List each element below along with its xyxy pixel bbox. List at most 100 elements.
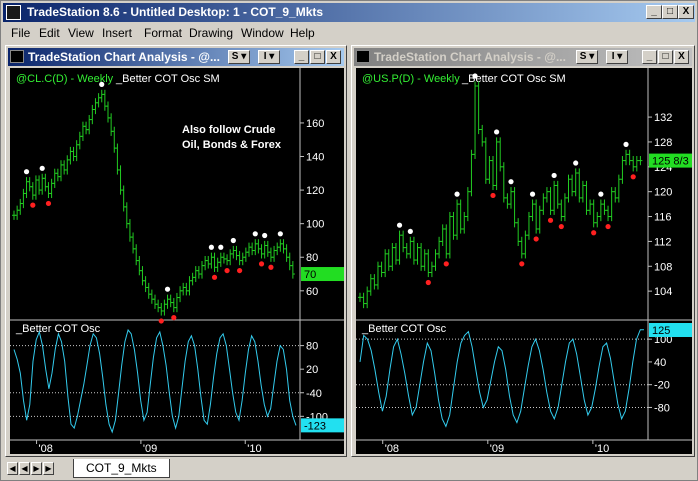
- price-tick-label: 120: [654, 187, 672, 199]
- chart-window-title: TradeStation Chart Analysis - @...: [28, 50, 220, 64]
- interval-link-button[interactable]: I ▾: [258, 50, 280, 64]
- symbol-label: @CL.C(D) - Weekly: [16, 73, 114, 85]
- osc-tick-label: -20: [654, 380, 670, 392]
- tab-prev-arrow-icon[interactable]: ◀: [19, 462, 30, 475]
- swing-low-marker: [224, 267, 230, 274]
- last-osc-value: -123: [304, 420, 326, 432]
- swing-high-marker: [23, 169, 30, 175]
- price-tick-label: 128: [654, 137, 672, 149]
- symbol-link-button[interactable]: S ▾: [228, 50, 250, 64]
- osc-tick-label: 20: [306, 364, 318, 376]
- date-tick-label: '08: [39, 443, 53, 454]
- swing-high-marker: [252, 231, 258, 237]
- menu-format[interactable]: Format: [144, 26, 182, 40]
- swing-high-marker: [99, 81, 105, 87]
- swing-low-marker: [591, 230, 597, 236]
- chart-window-crude[interactable]: TradeStation Chart Analysis - @... S ▾ I…: [5, 45, 347, 457]
- price-tick-label: 120: [306, 185, 324, 197]
- swing-high-marker: [623, 141, 629, 147]
- swing-high-marker: [573, 160, 579, 166]
- menu-file[interactable]: File: [11, 26, 30, 40]
- menu-bar: File Edit View Insert Format Drawing Win…: [3, 23, 695, 43]
- minimize-button[interactable]: _: [646, 5, 662, 19]
- swing-high-marker: [508, 179, 514, 185]
- chart-canvas-crude[interactable]: @CL.C(D) - Weekly _Better COT Osc SM _Bett…: [10, 68, 344, 454]
- chart-minimize-button[interactable]: _: [642, 50, 657, 64]
- swing-low-marker: [533, 236, 539, 242]
- swing-high-marker: [39, 165, 45, 171]
- swing-high-marker: [494, 129, 500, 135]
- price-tick-label: 112: [654, 236, 672, 248]
- chart-window-title-bar[interactable]: TradeStation Chart Analysis - @... S ▾ I…: [354, 48, 692, 66]
- maximize-button[interactable]: □: [662, 5, 678, 19]
- symbol-link-button[interactable]: S ▾: [576, 50, 598, 64]
- last-price-value: 70: [304, 269, 316, 281]
- swing-low-marker: [490, 192, 496, 199]
- tab-next-arrow-icon[interactable]: ▶: [31, 462, 42, 475]
- swing-high-marker: [407, 228, 413, 235]
- tab-cot-9-mkts[interactable]: COT_9_Mkts: [73, 459, 170, 478]
- swing-high-marker: [551, 172, 557, 179]
- chart-background: [356, 68, 692, 454]
- tradestation-app-window: TradeStation 8.6 - Untitled Desktop: 1 -…: [0, 0, 698, 481]
- swing-low-marker: [425, 279, 431, 286]
- swing-high-marker: [218, 244, 224, 250]
- swing-low-marker: [237, 267, 243, 274]
- menu-insert[interactable]: Insert: [102, 26, 132, 40]
- swing-low-marker: [171, 315, 177, 321]
- swing-high-marker: [277, 231, 283, 237]
- price-tick-label: 140: [306, 152, 324, 164]
- close-button[interactable]: X: [678, 5, 694, 19]
- app-title-bar[interactable]: TradeStation 8.6 - Untitled Desktop: 1 -…: [3, 3, 695, 22]
- annotation-text: Oil, Bonds & Forex: [182, 139, 282, 151]
- last-price-value: 125 8/3: [652, 156, 689, 168]
- menu-help[interactable]: Help: [290, 26, 315, 40]
- swing-high-marker: [598, 191, 604, 197]
- oscillator-label: _Better COT Osc: [15, 323, 101, 335]
- tab-first-arrow-icon[interactable]: ◀: [7, 462, 18, 475]
- chart-close-button[interactable]: X: [326, 50, 341, 64]
- annotation-text: Also follow Crude: [182, 124, 276, 136]
- menu-window[interactable]: Window: [241, 26, 284, 40]
- chart-canvas-bonds[interactable]: @US.P(D) - Weekly _Better COT Osc SM_Bett…: [356, 68, 692, 454]
- date-tick-label: '10: [595, 443, 609, 454]
- chart-window-title: TradeStation Chart Analysis - @...: [374, 50, 566, 64]
- price-tick-label: 80: [306, 252, 318, 264]
- date-tick-label: '10: [247, 443, 261, 454]
- swing-low-marker: [211, 274, 218, 280]
- symbol-label: @US.P(D) - Weekly: [362, 73, 460, 85]
- swing-low-marker: [30, 202, 36, 208]
- swing-high-marker: [454, 191, 460, 197]
- swing-high-marker: [529, 191, 536, 197]
- swing-low-marker: [519, 261, 525, 267]
- swing-low-marker: [558, 223, 564, 230]
- osc-tick-label: -40: [306, 388, 322, 400]
- chart-minimize-button[interactable]: _: [294, 50, 309, 64]
- chart-maximize-button[interactable]: □: [658, 50, 673, 64]
- chart-maximize-button[interactable]: □: [310, 50, 325, 64]
- interval-link-button[interactable]: I ▾: [606, 50, 628, 64]
- menu-edit[interactable]: Edit: [39, 26, 60, 40]
- osc-tick-label: 40: [654, 357, 666, 369]
- chart-window-bonds[interactable]: TradeStation Chart Analysis - @... S ▾ I…: [351, 45, 695, 457]
- swing-low-marker: [268, 264, 274, 270]
- swing-low-marker: [630, 174, 636, 180]
- chart-window-title-bar[interactable]: TradeStation Chart Analysis - @... S ▾ I…: [8, 48, 344, 66]
- swing-high-marker: [208, 244, 214, 250]
- price-tick-label: 132: [654, 112, 672, 124]
- tradestation-icon: [6, 5, 21, 20]
- swing-high-marker: [472, 73, 478, 79]
- price-tick-label: 104: [654, 286, 672, 298]
- swing-high-marker: [262, 232, 268, 239]
- chart-close-button[interactable]: X: [674, 50, 689, 64]
- tab-last-arrow-icon[interactable]: ▶: [43, 462, 54, 475]
- osc-tick-label: -80: [654, 402, 670, 414]
- menu-drawing[interactable]: Drawing: [189, 26, 233, 40]
- price-tick-label: 100: [306, 219, 324, 231]
- date-tick-label: '09: [490, 443, 504, 454]
- workspace-tab-bar: ◀ ◀ ▶ ▶ COT_9_Mkts: [3, 459, 695, 479]
- oscillator-label: _Better COT Osc: [361, 323, 447, 335]
- menu-view[interactable]: View: [68, 26, 94, 40]
- price-tick-label: 60: [306, 286, 318, 298]
- chart-background: [10, 68, 344, 454]
